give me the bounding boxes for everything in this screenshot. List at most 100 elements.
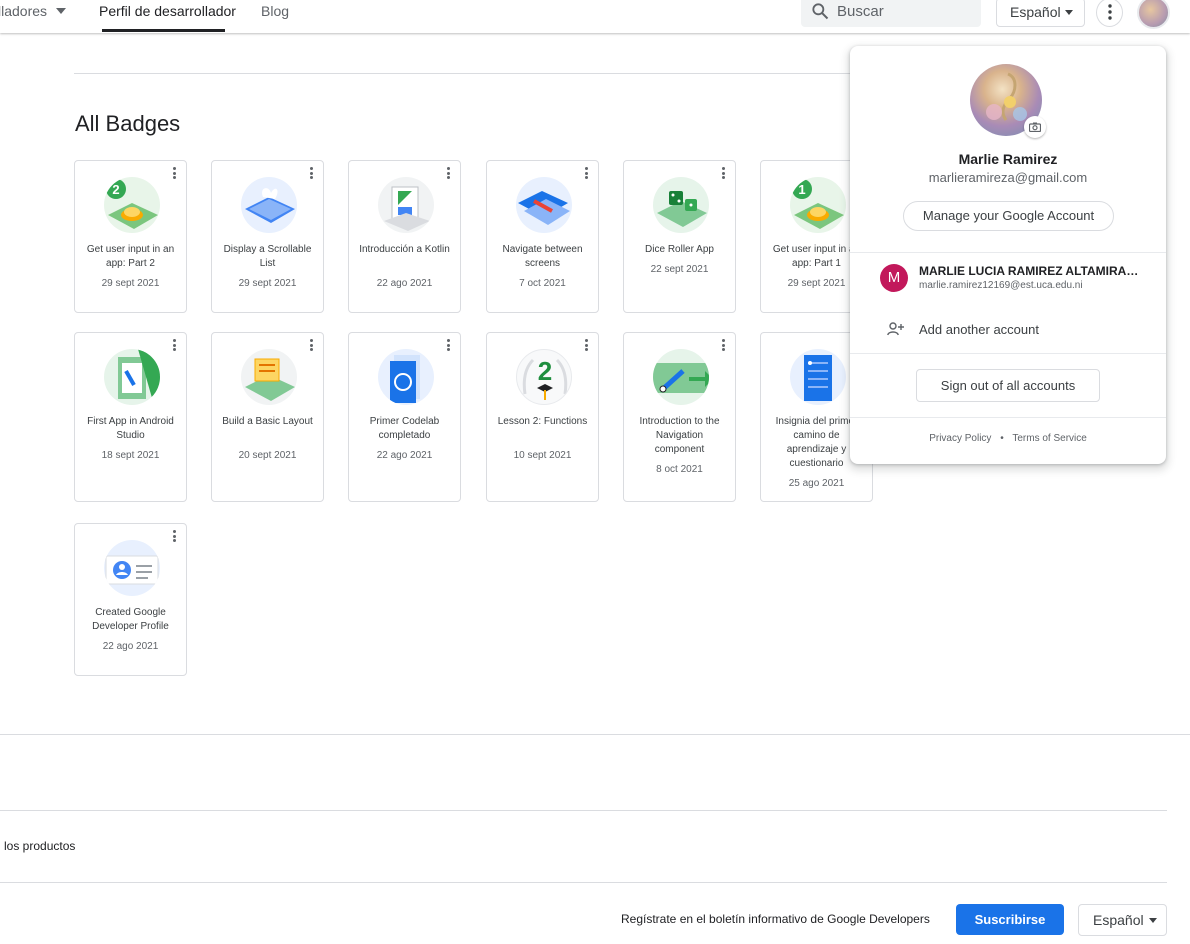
badge-date: 20 sept 2021	[238, 450, 297, 461]
chevron-down-icon	[1065, 10, 1073, 15]
more-vert-icon[interactable]	[310, 167, 314, 181]
more-options-button[interactable]	[1096, 0, 1123, 27]
popup-divider	[850, 417, 1166, 418]
terms-of-service-link[interactable]: Terms of Service	[1012, 433, 1086, 444]
subscribe-button[interactable]: Suscribirse	[956, 904, 1064, 935]
svg-text:1: 1	[798, 182, 805, 197]
badge-date: 22 ago 2021	[376, 278, 433, 289]
popup-divider	[850, 252, 1166, 253]
language-label: Español	[1010, 4, 1061, 20]
badge-title: Navigate between screens	[502, 244, 583, 269]
more-vert-icon[interactable]	[722, 167, 726, 181]
active-tab-indicator	[102, 29, 225, 32]
search-box[interactable]: Buscar	[801, 0, 981, 27]
other-account-email: marlie.ramirez12169@est.uca.edu.ni	[919, 280, 1083, 291]
badge-title: Primer Codelab completado	[369, 416, 440, 441]
badge-date: 22 sept 2021	[650, 264, 709, 275]
add-account-label: Add another account	[919, 322, 1039, 337]
footer-divider	[0, 882, 1167, 883]
account-popup: Marlie Ramirez marlieramireza@gmail.com …	[850, 46, 1166, 464]
nav-dropdown-icon[interactable]	[56, 8, 66, 14]
badge-date: 18 sept 2021	[101, 450, 160, 461]
navigate-screens-badge-icon	[516, 177, 572, 233]
badge-card[interactable]: Dice Roller App 22 sept 2021	[623, 160, 736, 313]
badge-date: 7 oct 2021	[519, 278, 566, 289]
more-vert-icon[interactable]	[722, 339, 726, 353]
badge-date: 25 ago 2021	[788, 478, 845, 489]
kotlin-badge-icon	[378, 177, 434, 233]
badge-card[interactable]: Primer Codelab completado 22 ago 2021	[348, 332, 461, 502]
footer-language-select[interactable]: Español	[1078, 904, 1167, 936]
svg-text:2: 2	[538, 356, 552, 386]
more-vert-icon[interactable]	[447, 339, 451, 353]
first-app-badge-icon	[104, 349, 160, 405]
badge-card[interactable]: Created Google Developer Profile 22 ago …	[74, 523, 187, 676]
badge-card[interactable]: Display a Scrollable List 29 sept 2021	[211, 160, 324, 313]
person-add-icon	[887, 322, 904, 336]
developer-profile-badge-icon	[104, 540, 160, 596]
badge-card[interactable]: Introduction to the Navigation component…	[623, 332, 736, 502]
more-vert-icon[interactable]	[585, 339, 589, 353]
language-select[interactable]: Español	[996, 0, 1085, 27]
badge-date: 29 sept 2021	[238, 278, 297, 289]
basic-layout-badge-icon	[241, 349, 297, 405]
badge-date: 22 ago 2021	[376, 450, 433, 461]
more-vert-icon[interactable]	[173, 339, 177, 353]
section-divider	[74, 73, 850, 74]
badge-date: 8 oct 2021	[656, 464, 703, 475]
popup-footer-links: Privacy Policy • Terms of Service	[850, 433, 1166, 444]
change-photo-button[interactable]	[1024, 116, 1046, 138]
badge-card[interactable]: 2 Lesson 2: Functions 10 sept 2021	[486, 332, 599, 502]
badge-date: 29 sept 2021	[101, 278, 160, 289]
footer-divider	[0, 810, 1167, 811]
nav-item-desarrolladores[interactable]: lladores	[0, 3, 47, 19]
account-avatar-button[interactable]	[1137, 0, 1170, 29]
badge-card[interactable]: Introducción a Kotlin 22 ago 2021	[348, 160, 461, 313]
dice-roller-badge-icon	[653, 177, 709, 233]
other-account-avatar: M	[880, 264, 908, 292]
badge-date: 22 ago 2021	[102, 641, 159, 652]
newsletter-text: Regístrate en el boletín informativo de …	[621, 912, 930, 926]
more-vert-icon[interactable]	[173, 530, 177, 544]
camera-icon	[1029, 122, 1041, 132]
chevron-down-icon	[1149, 918, 1157, 923]
search-input[interactable]: Buscar	[837, 3, 884, 20]
privacy-policy-link[interactable]: Privacy Policy	[929, 433, 991, 444]
badge-card[interactable]: Navigate between screens 7 oct 2021	[486, 160, 599, 313]
badge-card[interactable]: Build a Basic Layout 20 sept 2021	[211, 332, 324, 502]
account-email: marlieramireza@gmail.com	[928, 170, 1088, 185]
badge-title: Display a Scrollable List	[223, 244, 312, 269]
manage-account-button[interactable]: Manage your Google Account	[903, 201, 1114, 231]
pathway-badge-icon	[790, 349, 846, 405]
more-vert-icon[interactable]	[447, 167, 451, 181]
footer-divider	[0, 734, 1190, 735]
more-vert-icon[interactable]	[585, 167, 589, 181]
badge-card[interactable]: 2 Get user input in an app: Part 2 29 se…	[74, 160, 187, 313]
page-title: All Badges	[75, 111, 181, 136]
svg-text:2: 2	[112, 182, 119, 197]
more-vert-icon[interactable]	[173, 167, 177, 181]
scrollable-list-badge-icon	[241, 177, 297, 233]
badge-title: Introducción a Kotlin	[359, 244, 450, 255]
top-navigation-bar: lladores Perfil de desarrollador Blog Bu…	[0, 0, 1190, 33]
badge-title: Created Google Developer Profile	[92, 607, 169, 632]
search-icon	[812, 3, 829, 20]
more-vert-icon[interactable]	[310, 339, 314, 353]
nav-item-blog[interactable]: Blog	[261, 3, 289, 19]
footer-products-link[interactable]: los productos	[4, 839, 75, 853]
popup-divider	[850, 353, 1166, 354]
user-input-badge-1-icon: 1	[790, 177, 846, 233]
user-input-badge-2-icon: 2	[104, 177, 160, 233]
footer-language-label: Español	[1093, 912, 1144, 928]
navigation-component-badge-icon	[653, 349, 709, 405]
nav-item-perfil[interactable]: Perfil de desarrollador	[99, 3, 236, 19]
badge-title: Build a Basic Layout	[222, 416, 313, 427]
badge-card[interactable]: First App in Android Studio 18 sept 2021	[74, 332, 187, 502]
badge-title: Get user input in an app: Part 2	[86, 244, 175, 269]
other-account-name: MARLIE LUCIA RAMIREZ ALTAMIRANO	[919, 264, 1143, 278]
codelab-badge-icon	[378, 349, 434, 405]
badge-title: Introduction to the Navigation component	[639, 416, 720, 455]
lesson-2-badge-icon: 2	[516, 349, 572, 405]
badge-title: Dice Roller App	[645, 244, 714, 255]
sign-out-button[interactable]: Sign out of all accounts	[916, 369, 1100, 402]
